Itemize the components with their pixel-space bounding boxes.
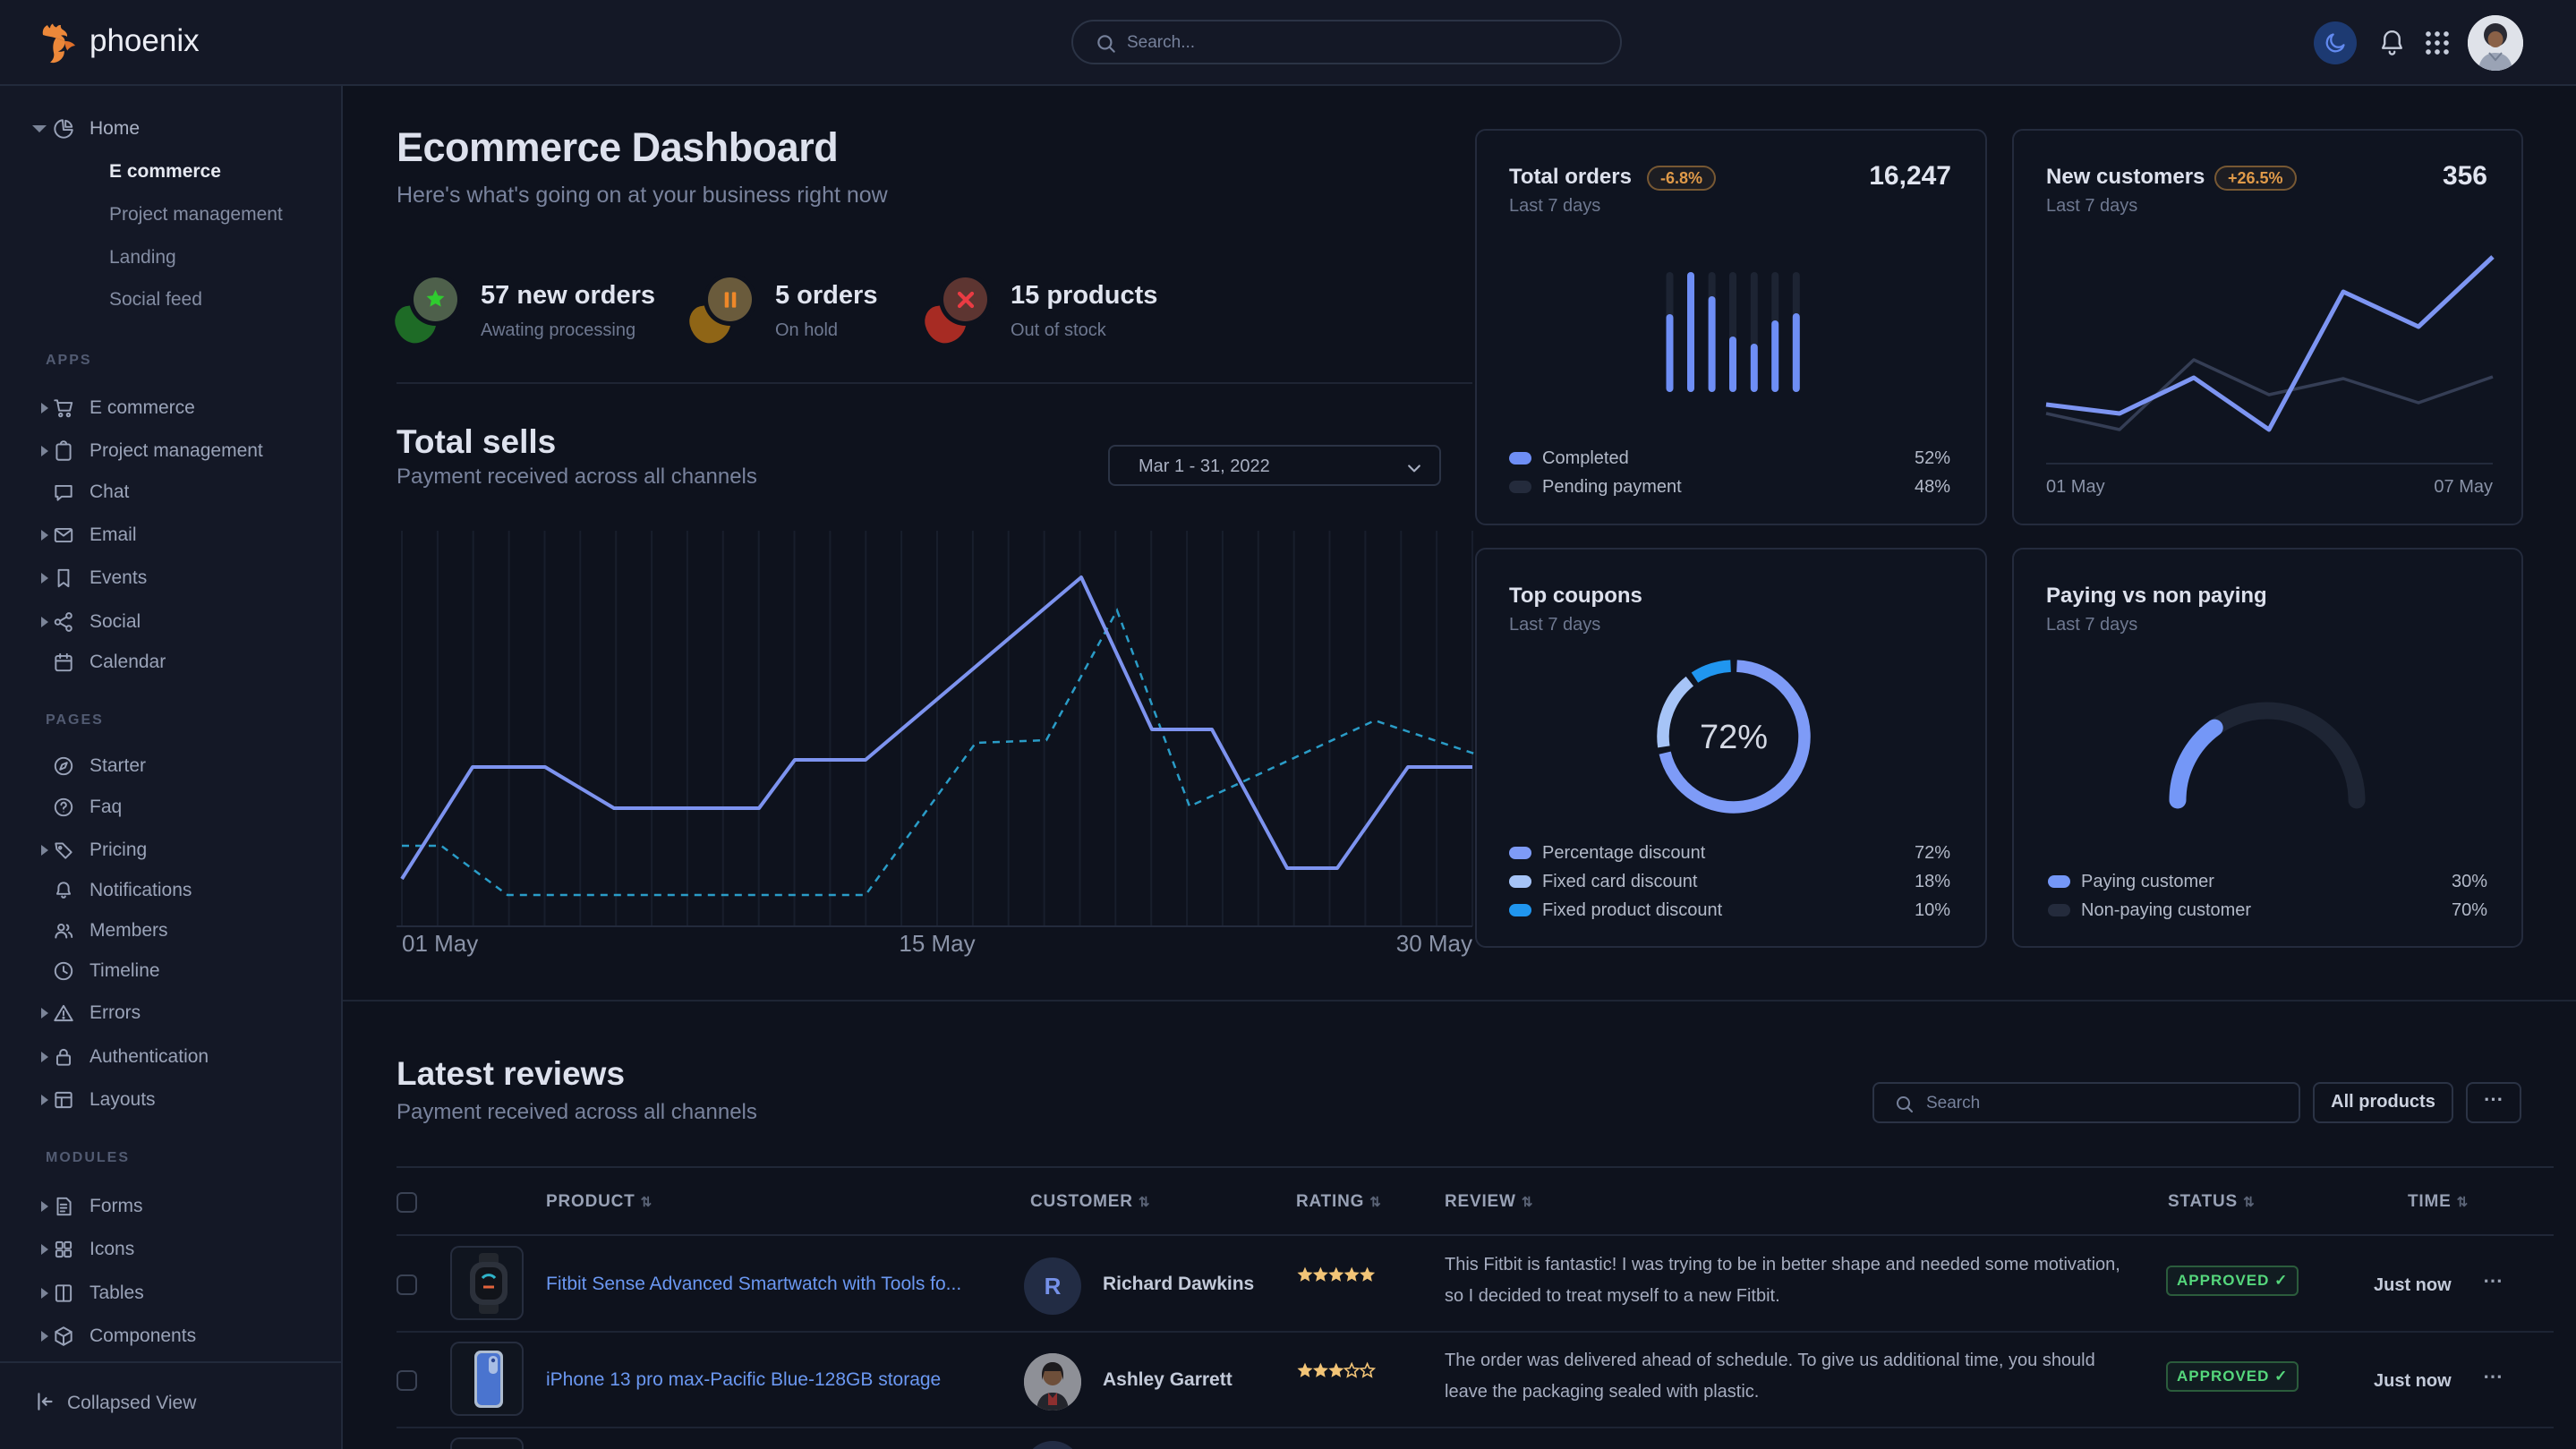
svg-text:30 May: 30 May xyxy=(1396,930,1472,957)
svg-text:01 May: 01 May xyxy=(2046,477,2105,497)
svg-text:72%: 72% xyxy=(1700,719,1768,756)
svg-text:15 May: 15 May xyxy=(899,930,975,957)
svg-text:01 May: 01 May xyxy=(402,930,478,957)
svg-text:07 May: 07 May xyxy=(2434,477,2493,497)
